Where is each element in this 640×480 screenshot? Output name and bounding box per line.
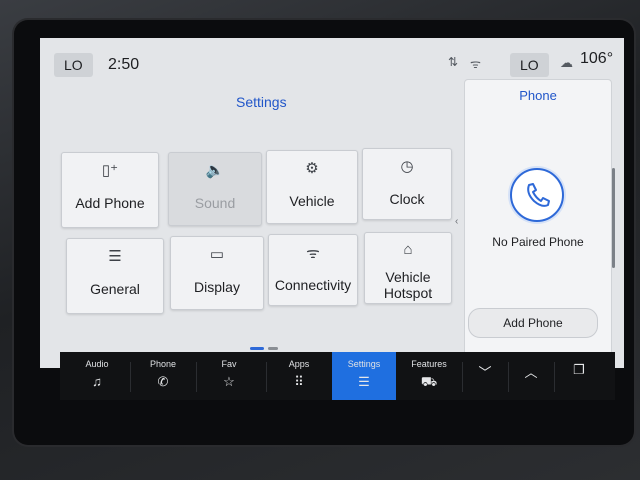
scrollbar[interactable] — [612, 168, 615, 268]
tile-display[interactable]: ▭ Display — [170, 236, 264, 310]
tile-label: Vehicle — [385, 269, 431, 285]
tile-clock[interactable]: ◷ Clock — [362, 148, 452, 220]
nav-divider — [462, 362, 463, 392]
bottom-nav-bar: Audio ♫ Phone ✆ Fav ☆ Apps ⠿ Settings ☰ Features ⛟ ﹀… — [60, 352, 615, 400]
nav-label: Phone — [149, 359, 177, 369]
phone-icon: ✆ — [157, 374, 169, 389]
nav-divider — [554, 362, 555, 392]
nav-chevron-up[interactable]: ︿ — [508, 352, 554, 400]
tile-connectivity[interactable]: ᯤ Connectivity — [268, 234, 358, 306]
clock-time: 2:50 — [108, 56, 140, 73]
touchscreen: LO 2:50 ⇅ ᯤ LO ☁ 106° Settings ▯⁺ Add Pho… — [40, 38, 624, 368]
phone-panel-title: Phone — [519, 88, 557, 103]
nav-apps[interactable]: Apps ⠿ — [266, 352, 332, 400]
no-paired-phone-text: No Paired Phone — [492, 235, 584, 249]
tile-label: Clock — [389, 191, 425, 207]
nav-label: Settings — [347, 359, 381, 369]
nav-divider — [266, 362, 267, 392]
tile-label: General — [90, 281, 140, 297]
sliders-icon: ☰ — [108, 248, 122, 265]
chevron-up-icon: ︿ — [524, 365, 538, 380]
nav-copy-screens[interactable]: ❐ — [554, 352, 604, 400]
page-title: Settings — [236, 94, 287, 110]
tile-label: Vehicle — [289, 193, 335, 209]
tile-label: Add Phone — [75, 195, 145, 211]
phone-panel: Phone No Paired Phone Add Phone — [464, 79, 612, 366]
tile-vehicle[interactable]: ⚙ Vehicle — [266, 150, 358, 224]
nav-label: Features — [411, 359, 447, 369]
copy-screens-icon: ❐ — [573, 362, 585, 377]
wifi-icon: ᯤ — [470, 57, 481, 71]
panel-expand-icon[interactable]: ‹ — [455, 216, 458, 227]
vehicle-settings-icon: ⚙ — [305, 160, 319, 177]
phone-icon[interactable] — [510, 168, 564, 222]
tile-label: Sound — [194, 195, 236, 211]
tile-label: Hotspot — [383, 285, 433, 301]
truck-icon: ⛟ — [420, 374, 438, 389]
add-phone-button[interactable]: Add Phone — [468, 308, 598, 338]
tile-vehicle-hotspot[interactable]: ⌂ Vehicle Hotspot — [364, 232, 452, 304]
tile-sound[interactable]: 🔈 Sound — [168, 152, 262, 226]
nav-fav[interactable]: Fav ☆ — [196, 352, 262, 400]
outside-temp: 106° — [580, 50, 614, 67]
nav-settings[interactable]: Settings ☰ — [332, 352, 396, 400]
sliders-icon: ☰ — [358, 374, 370, 389]
star-icon: ☆ — [223, 374, 235, 389]
chevron-down-icon: ﹀ — [478, 365, 492, 380]
nav-divider — [130, 362, 131, 392]
wifi-icon: ᯤ — [306, 245, 320, 262]
nav-features[interactable]: Features ⛟ — [396, 352, 462, 400]
nav-label: Audio — [85, 359, 109, 369]
nav-chevron-down[interactable]: ﹀ — [462, 352, 508, 400]
add-phone-icon: ▯⁺ — [101, 162, 119, 179]
tile-label: Display — [194, 279, 240, 295]
nav-divider — [508, 362, 509, 392]
tile-label: Connectivity — [274, 277, 352, 293]
data-signal-icon: ⇅ — [448, 55, 459, 69]
nav-label: Fav — [221, 359, 237, 369]
nav-label: Apps — [288, 359, 310, 369]
speaker-icon: 🔈 — [205, 162, 225, 179]
clock-icon: ◷ — [400, 158, 414, 175]
outside-temp-icon: ☁ — [560, 55, 573, 70]
hotspot-car-icon: ⌂ — [403, 241, 413, 258]
nav-audio[interactable]: Audio ♫ — [64, 352, 130, 400]
status-bar: LO 2:50 ⇅ ᯤ LO ☁ 106° — [40, 38, 624, 77]
page-dot-active — [250, 347, 264, 351]
display-icon: ▭ — [209, 246, 225, 263]
nav-divider — [196, 362, 197, 392]
page-dot — [268, 347, 278, 351]
tile-add-phone[interactable]: ▯⁺ Add Phone — [61, 152, 159, 228]
tile-general[interactable]: ☰ General — [66, 238, 164, 314]
music-note-icon: ♫ — [92, 374, 102, 389]
left-climate-temp[interactable]: LO — [54, 53, 93, 77]
nav-phone[interactable]: Phone ✆ — [130, 352, 196, 400]
right-climate-temp[interactable]: LO — [510, 53, 549, 77]
apps-grid-icon: ⠿ — [294, 374, 304, 389]
